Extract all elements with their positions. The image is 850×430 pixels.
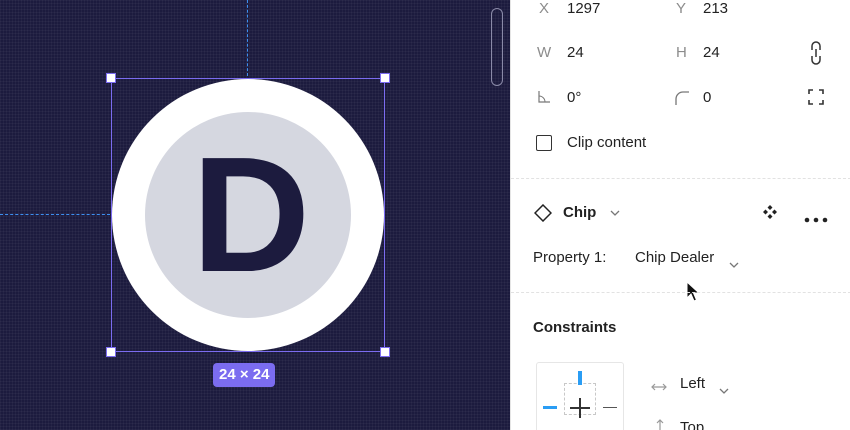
h-label: H <box>676 44 687 61</box>
mouse-cursor-icon <box>686 280 701 308</box>
independent-corners-icon[interactable] <box>808 89 824 110</box>
constrain-proportions-icon[interactable] <box>809 40 823 71</box>
vertical-constraint-icon <box>655 419 665 430</box>
chevron-down-icon[interactable] <box>610 207 620 219</box>
section-divider <box>511 292 850 293</box>
resize-handle-top-left[interactable] <box>106 73 116 83</box>
scrollbar-thumb[interactable] <box>491 8 503 86</box>
property-label: Property 1: <box>533 249 607 266</box>
component-name[interactable]: Chip <box>563 204 596 221</box>
component-instance-icon <box>533 203 553 227</box>
constraints-title: Constraints <box>533 319 617 336</box>
constraint-top-marker[interactable] <box>578 371 582 385</box>
w-label: W <box>537 44 552 61</box>
constraint-right-marker[interactable] <box>603 407 617 408</box>
size-badge: 24 × 24 <box>213 363 276 387</box>
properties-panel: X 1297 Y 213 W 24 H 24 0° 0 Clip content… <box>510 0 850 430</box>
go-to-main-component-icon[interactable] <box>762 204 778 225</box>
w-input[interactable]: 24 <box>567 44 584 61</box>
constraints-widget[interactable] <box>536 362 624 430</box>
x-label: X <box>539 0 550 17</box>
section-divider <box>511 178 850 179</box>
selection-box[interactable] <box>111 78 385 352</box>
angle-icon <box>537 90 551 109</box>
constraint-center-vertical[interactable] <box>579 398 581 418</box>
y-input[interactable]: 213 <box>703 0 728 17</box>
clip-content-checkbox[interactable] <box>536 135 552 151</box>
constraint-left-marker[interactable] <box>543 406 557 409</box>
property-chevron-down-icon[interactable] <box>729 255 739 273</box>
h-input[interactable]: 24 <box>703 44 720 61</box>
corner-radius-icon <box>674 90 690 111</box>
vertical-guide-line <box>247 0 248 76</box>
horizontal-guide-line <box>0 214 110 215</box>
resize-handle-bottom-right[interactable] <box>380 347 390 357</box>
more-icon[interactable] <box>804 210 828 228</box>
y-label: Y <box>676 0 687 17</box>
clip-content-label: Clip content <box>567 134 647 151</box>
design-canvas[interactable]: D 24 × 24 <box>0 0 510 430</box>
horizontal-constraint-icon <box>651 379 667 397</box>
vertical-constraint-dropdown[interactable]: Top <box>680 419 704 430</box>
property-value-dropdown[interactable]: Chip Dealer <box>635 249 714 266</box>
resize-handle-bottom-left[interactable] <box>106 347 116 357</box>
horizontal-chevron-down-icon[interactable] <box>719 381 729 399</box>
resize-handle-top-right[interactable] <box>380 73 390 83</box>
rotation-input[interactable]: 0° <box>567 89 581 106</box>
horizontal-constraint-dropdown[interactable]: Left <box>680 375 705 392</box>
x-input[interactable]: 1297 <box>567 0 600 17</box>
radius-input[interactable]: 0 <box>703 89 711 106</box>
